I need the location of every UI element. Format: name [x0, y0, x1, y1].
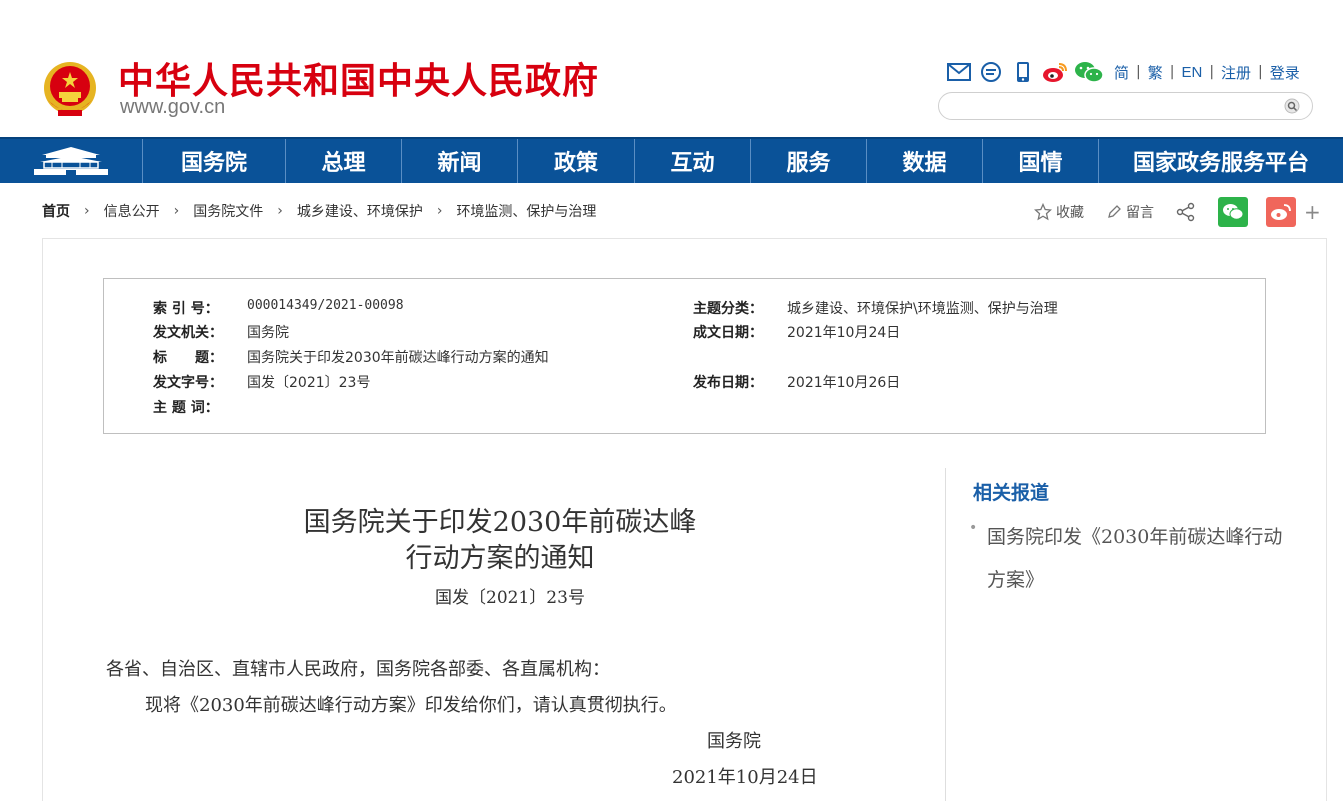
meta-created: 成文日期： 2021年10月24日	[693, 322, 900, 342]
register-link[interactable]: 注册	[1221, 62, 1251, 83]
lang-traditional[interactable]: 繁	[1148, 62, 1163, 83]
meta-created-value: 2021年10月24日	[787, 325, 901, 341]
mail-icon[interactable]	[946, 60, 972, 84]
nav-item-state-council[interactable]: 国务院	[142, 139, 285, 183]
weibo-share-button[interactable]	[1266, 197, 1296, 227]
meta-title-value: 国务院关于印发2030年前碳达峰行动方案的通知	[247, 350, 549, 366]
chat-icon[interactable]	[978, 60, 1004, 84]
nav-item-service[interactable]: 服务	[750, 139, 866, 183]
meta-keywords: 主 题 词：	[153, 400, 219, 416]
search-box	[938, 92, 1313, 120]
meta-issuer: 发文机关： 国务院	[153, 322, 289, 342]
article-date: 2021年10月24日	[672, 767, 818, 788]
header-tools: 简 | 繁 | EN | 注册 | 登录	[946, 60, 1300, 84]
breadcrumb-arrow-icon: ›	[277, 203, 283, 219]
nav-item-national-info[interactable]: 国情	[982, 139, 1098, 183]
document-metadata: 索 引 号： 000014349/2021-00098 发文机关： 国务院 标 …	[103, 278, 1266, 434]
nav-item-policy[interactable]: 政策	[517, 139, 634, 183]
separator: |	[1209, 64, 1215, 80]
mobile-icon[interactable]	[1010, 60, 1036, 84]
favorite-button[interactable]: 收藏	[1034, 202, 1084, 222]
more-share-button[interactable]: +	[1304, 200, 1321, 224]
breadcrumb-arrow-icon: ›	[84, 203, 90, 219]
article-docno: 国发〔2021〕23号	[435, 588, 585, 608]
lang-simplified[interactable]: 简	[1114, 62, 1129, 83]
separator: |	[1136, 64, 1141, 80]
breadcrumb-item[interactable]: 环境监测、保护与治理	[456, 201, 596, 221]
site-domain: www.gov.cn	[120, 96, 226, 118]
article-title: 国务院关于印发2030年前碳达峰 行动方案的通知	[200, 505, 800, 577]
meta-title: 标 题： 国务院关于印发2030年前碳达峰行动方案的通知	[153, 347, 549, 367]
meta-index: 索 引 号： 000014349/2021-00098	[153, 298, 404, 317]
meta-index-value: 000014349/2021-00098	[247, 298, 404, 313]
login-link[interactable]: 登录	[1270, 62, 1300, 83]
breadcrumb-arrow-icon: ›	[436, 203, 443, 219]
share-bar: 收藏 留言 +	[1034, 197, 1321, 227]
share-icon	[1176, 202, 1195, 222]
tiananmen-icon[interactable]	[0, 139, 142, 183]
search-icon[interactable]	[1284, 98, 1302, 116]
breadcrumb-home[interactable]: 首页	[42, 201, 70, 221]
meta-category: 主题分类： 城乡建设、环境保护\环境监测、保护与治理	[693, 298, 1058, 318]
breadcrumb-item[interactable]: 国务院文件	[193, 201, 263, 221]
article-body: 现将《2030年前碳达峰行动方案》印发给你们，请认真贯彻执行。	[145, 695, 677, 716]
comment-button[interactable]: 留言	[1106, 202, 1154, 222]
wechat-icon[interactable]	[1074, 60, 1104, 84]
nav-item-news[interactable]: 新闻	[401, 139, 517, 183]
pencil-icon	[1108, 205, 1121, 218]
related-report-link[interactable]: 国务院印发《2030年前碳达峰行动方案》	[987, 516, 1287, 602]
breadcrumb-arrow-icon: ›	[173, 203, 180, 219]
main-nav: 国务院 总理 新闻 政策 互动 服务 数据 国情 国家政务服务平台	[0, 137, 1343, 183]
weibo-icon[interactable]	[1042, 60, 1068, 84]
nav-item-premier[interactable]: 总理	[285, 139, 401, 183]
meta-issuer-value: 国务院	[247, 325, 289, 341]
search-input[interactable]	[953, 97, 1273, 115]
breadcrumb-item[interactable]: 信息公开	[104, 201, 160, 221]
article-title-line: 行动方案的通知	[405, 543, 595, 574]
meta-docno: 发文字号： 国发〔2021〕23号	[153, 372, 370, 392]
favorite-label: 收藏	[1056, 205, 1084, 221]
nav-items: 国务院 总理 新闻 政策 互动 服务 数据 国情 国家政务服务平台	[142, 139, 1343, 183]
lang-english[interactable]: EN	[1181, 64, 1202, 81]
meta-docno-value: 国发〔2021〕23号	[247, 375, 371, 391]
article-signature: 国务院	[707, 731, 761, 752]
star-icon	[1034, 203, 1052, 221]
sidebar-divider	[945, 468, 946, 801]
site-header: 中华人民共和国中央人民政府 www.gov.cn 简 | 繁 | EN | 注册…	[0, 0, 1343, 137]
comment-label: 留言	[1126, 205, 1154, 221]
nav-item-service-platform[interactable]: 国家政务服务平台	[1098, 139, 1343, 183]
national-emblem-icon[interactable]	[42, 60, 98, 120]
share-button[interactable]	[1176, 202, 1200, 222]
nav-item-data[interactable]: 数据	[866, 139, 982, 183]
wechat-share-button[interactable]	[1218, 197, 1248, 227]
weibo-icon	[1271, 204, 1291, 220]
bullet-icon: •	[969, 520, 978, 536]
article-salutation: 各省、自治区、直辖市人民政府，国务院各部委、各直属机构：	[106, 659, 610, 680]
meta-published: 发布日期： 2021年10月26日	[693, 372, 900, 392]
meta-category-value: 城乡建设、环境保护\环境监测、保护与治理	[787, 301, 1058, 317]
meta-published-value: 2021年10月26日	[787, 375, 901, 391]
wechat-icon	[1223, 204, 1244, 220]
separator: |	[1258, 64, 1263, 80]
breadcrumb-item[interactable]: 城乡建设、环境保护	[297, 201, 423, 221]
separator: |	[1169, 64, 1175, 80]
breadcrumb: 首页 › 信息公开 › 国务院文件 › 城乡建设、环境保护 › 环境监测、保护与…	[42, 200, 596, 222]
article-title-line: 国务院关于印发2030年前碳达峰	[303, 507, 697, 538]
related-reports-title: 相关报道	[973, 482, 1050, 504]
nav-item-interaction[interactable]: 互动	[634, 139, 750, 183]
